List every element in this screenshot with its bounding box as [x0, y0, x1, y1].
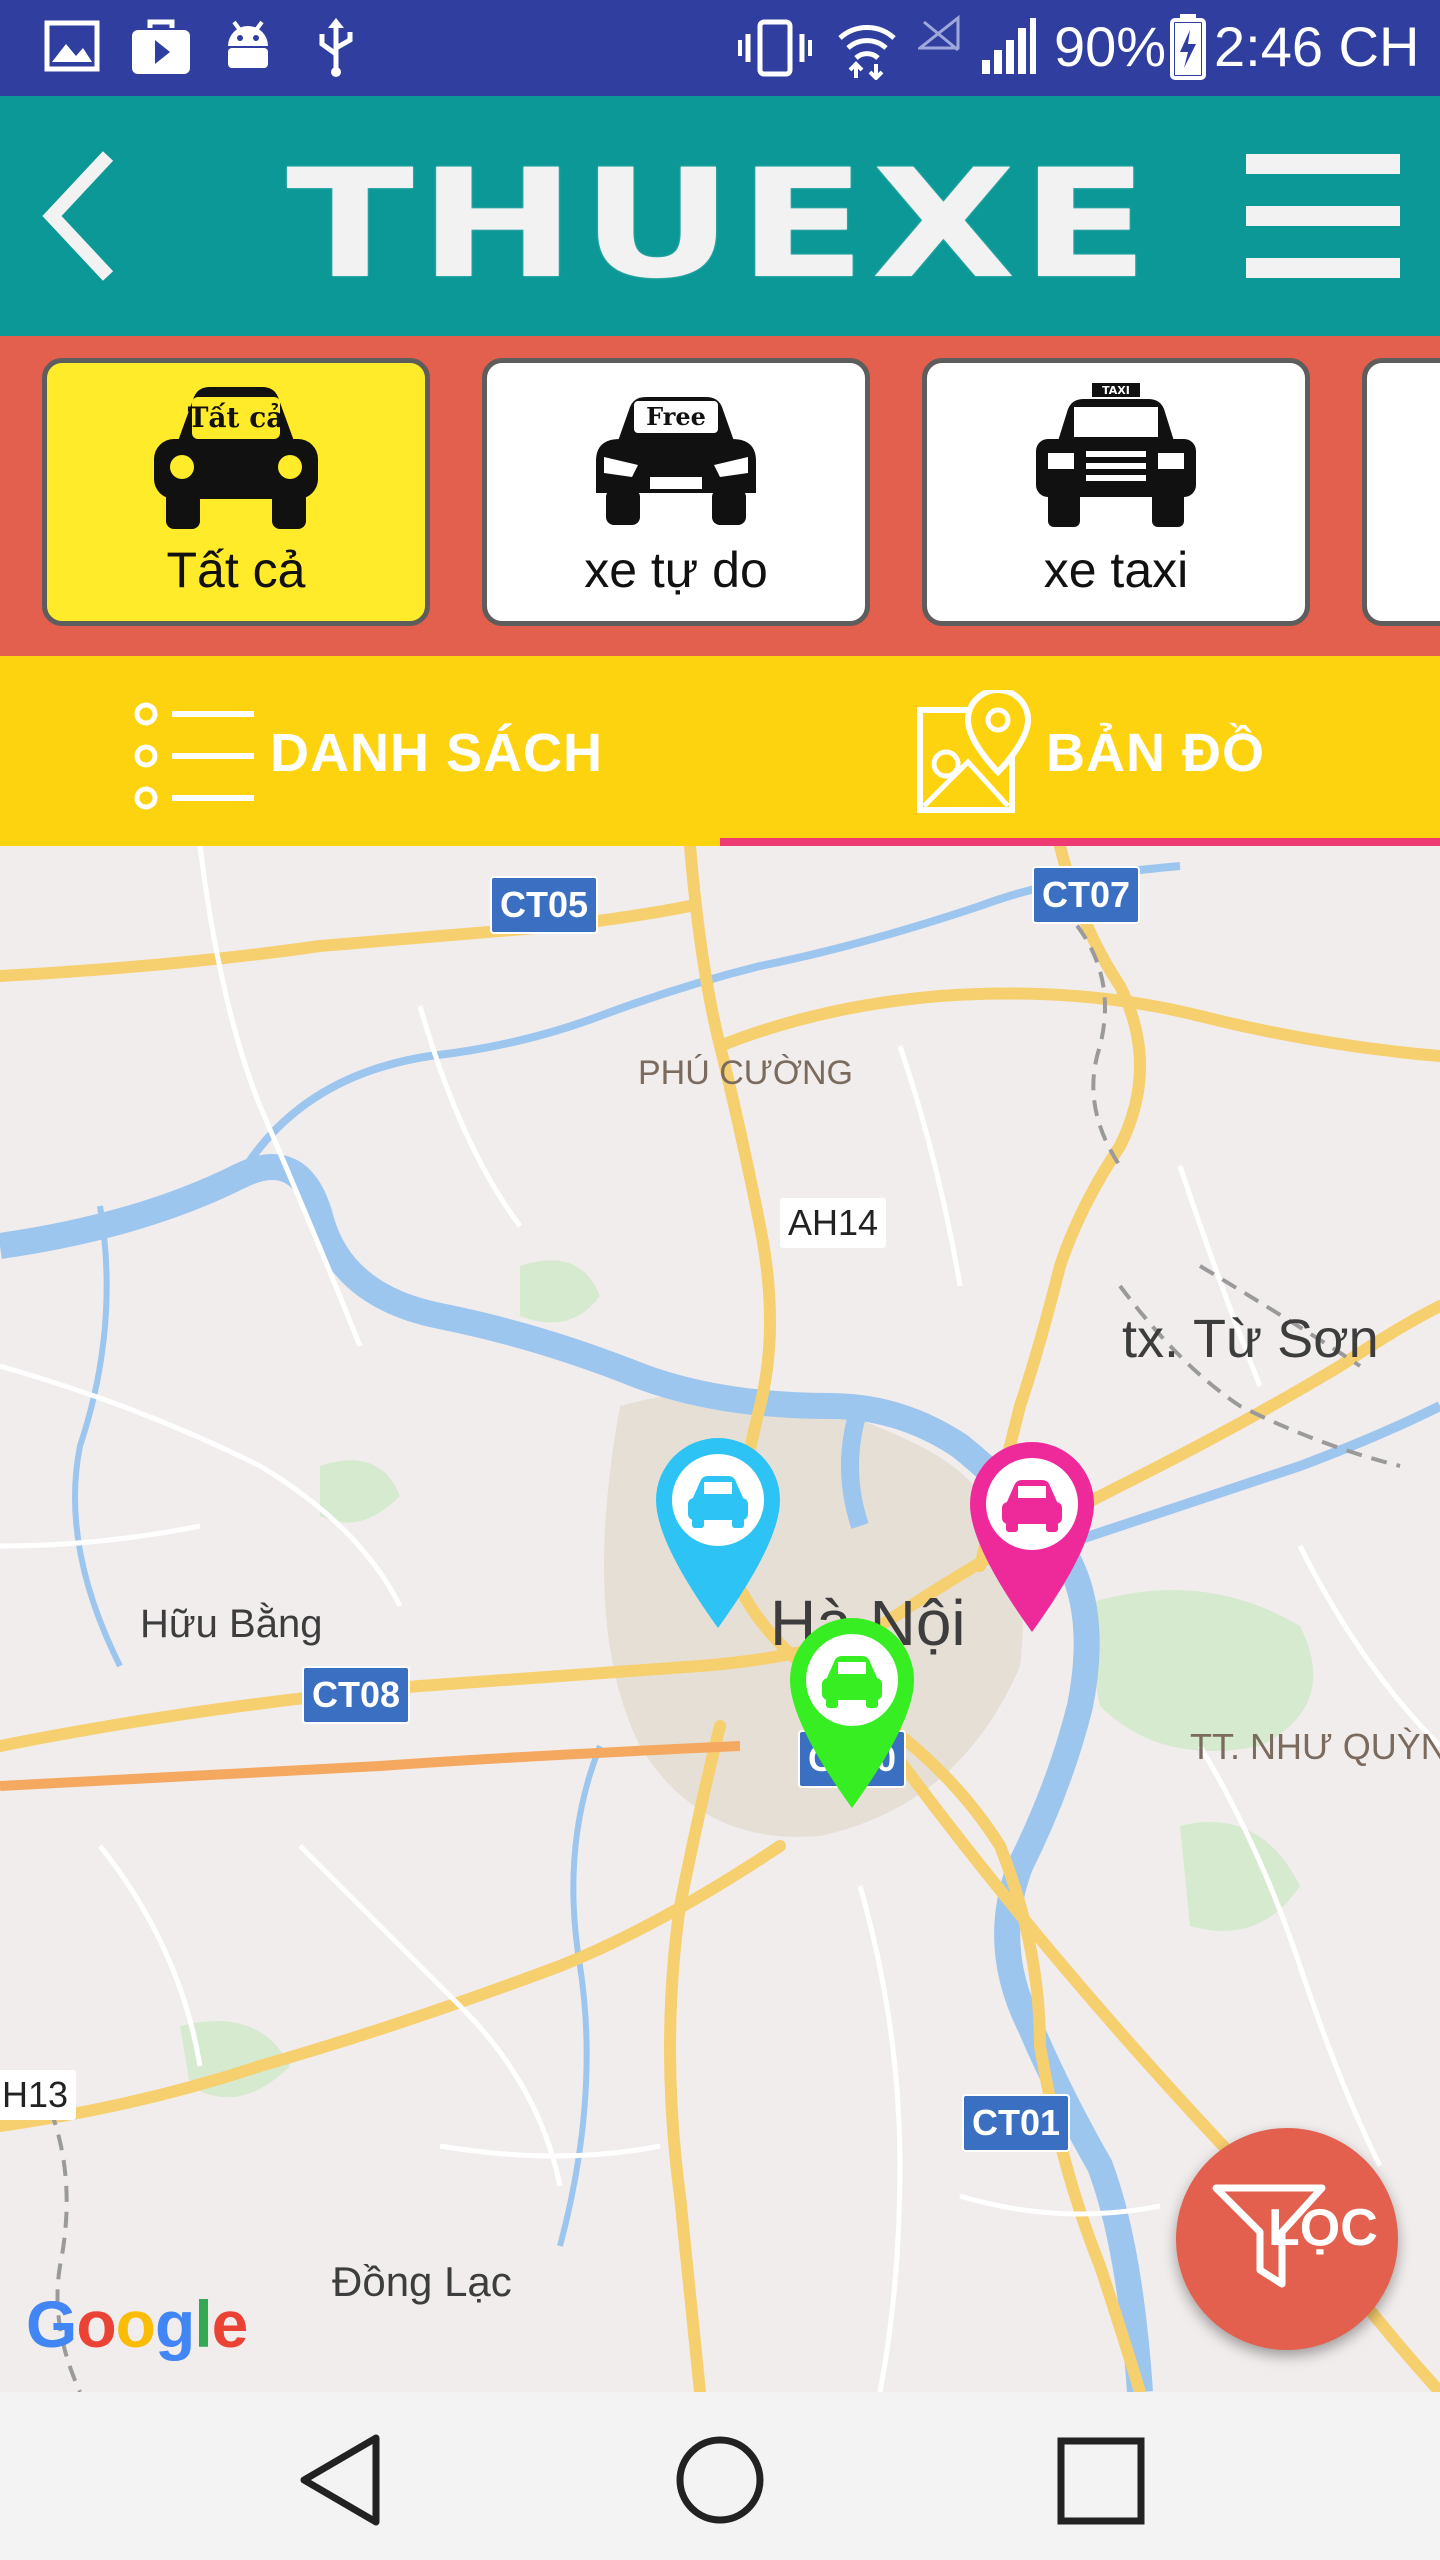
- tab-map[interactable]: BẢN ĐỒ: [720, 656, 1440, 846]
- place-label: PHÚ CƯỜNG: [638, 1054, 853, 1092]
- category-free-label: xe tự do: [584, 542, 768, 598]
- category-all-card[interactable]: Tất cả Tất cả: [42, 358, 430, 626]
- wifi-icon: [838, 25, 896, 80]
- category-strip: Tất cả Tất cả Free xe tự do TAXI xe taxi: [0, 336, 1440, 656]
- highway-label: CT08: [302, 1666, 411, 1724]
- category-taxi-label: xe taxi: [1043, 542, 1189, 598]
- navigation-bar: [0, 2392, 1440, 2560]
- highway-label: CT07: [1032, 866, 1141, 924]
- app-title: THUEXE: [286, 138, 1154, 312]
- android-icon: [228, 20, 268, 68]
- usb-icon: [319, 18, 353, 77]
- category-next-card[interactable]: [1362, 358, 1440, 626]
- signal-icon: [982, 18, 1036, 74]
- home-circle-icon[interactable]: [674, 2434, 766, 2526]
- place-label: TT. NHƯ QUỲNH: [1190, 1726, 1440, 1767]
- filter-button-label: LỌC: [1268, 2199, 1378, 2257]
- hamburger-menu-icon[interactable]: [1244, 152, 1404, 282]
- car-map-marker[interactable]: [650, 1432, 786, 1628]
- app-bar: THUEXE: [0, 96, 1440, 336]
- play-store-icon: [132, 19, 190, 74]
- recents-square-icon[interactable]: [1056, 2436, 1146, 2526]
- taxi-icon: TAXI: [1036, 383, 1196, 527]
- highway-label: CT05: [490, 876, 599, 934]
- category-free-badge: Free: [646, 402, 706, 431]
- image-icon: [44, 20, 100, 72]
- place-label: tx. Từ Sơn: [1122, 1309, 1379, 1369]
- category-all-label: Tất cả: [166, 542, 306, 598]
- tab-map-label: BẢN ĐỒ: [1046, 723, 1265, 783]
- car-map-marker[interactable]: [964, 1436, 1100, 1632]
- road-label: H13: [0, 2070, 77, 2120]
- status-bar: 90% 2:46 CH: [0, 0, 1440, 96]
- tab-list[interactable]: DANH SÁCH: [0, 656, 720, 846]
- google-logo: Google: [26, 2287, 248, 2361]
- tab-selected-indicator: [720, 838, 1440, 846]
- no-signal-icon: [918, 14, 960, 52]
- back-triangle-icon[interactable]: [296, 2432, 386, 2528]
- category-all-badge: Tất cả: [188, 401, 285, 434]
- place-label: Đồng Lạc: [332, 2258, 512, 2305]
- car-all-icon: Tất cả: [154, 387, 318, 529]
- view-tabs: DANH SÁCH BẢN ĐỒ: [0, 656, 1440, 846]
- status-time: 2:46 CH: [1214, 15, 1420, 78]
- car-map-marker[interactable]: [784, 1612, 920, 1808]
- battery-percent: 90%: [1054, 15, 1167, 78]
- list-icon: [134, 702, 254, 810]
- taxi-sign-text: TAXI: [1102, 384, 1130, 397]
- vibrate-icon: [738, 19, 812, 77]
- tab-list-label: DANH SÁCH: [270, 723, 603, 783]
- car-free-icon: Free: [596, 397, 756, 525]
- map-pin-icon: [917, 690, 1032, 813]
- road-label: AH14: [780, 1198, 887, 1248]
- map-view[interactable]: CT05 CT07 CT08 CT20 CT01 AH14 H13 PHÚ CƯ…: [0, 846, 1440, 2392]
- battery-charging-icon: [1170, 14, 1206, 80]
- category-taxi-card[interactable]: TAXI xe taxi: [922, 358, 1310, 626]
- category-free-card[interactable]: Free xe tự do: [482, 358, 870, 626]
- place-label: Hữu Bằng: [140, 1602, 323, 1646]
- highway-label: CT01: [962, 2094, 1071, 2152]
- filter-button[interactable]: LỌC: [1176, 2128, 1398, 2350]
